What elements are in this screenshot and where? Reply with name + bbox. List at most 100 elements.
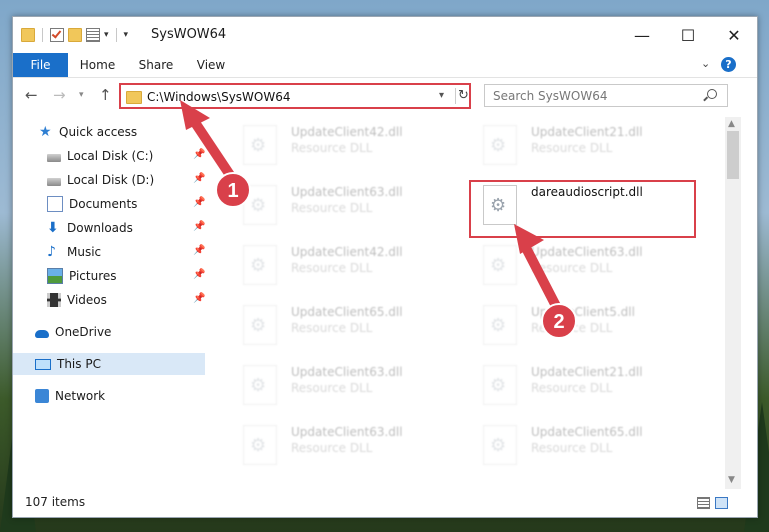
disk-icon [47,177,61,186]
toolbar-separator [42,28,43,42]
sidebar-item-this-pc[interactable]: This PC [13,353,205,375]
ribbon: File Home Share View ⌄ ? [13,53,757,78]
list-item[interactable]: UpdateClient5.dll Resource DLL [471,301,701,351]
status-bar: 107 items [13,491,757,517]
network-icon [35,389,49,403]
properties-icon[interactable] [86,28,100,42]
list-item[interactable]: UpdateClient63.dll Resource DLL [231,421,461,471]
search-box[interactable]: Search SysWOW64 [484,84,728,107]
customize-toolbar-icon[interactable]: ▾ [124,30,129,40]
downloads-icon: ⬇ [47,220,59,236]
disk-icon [47,153,61,162]
dll-file-icon [243,125,277,165]
file-name: UpdateClient63.dll [291,425,403,439]
properties-check-icon[interactable] [50,28,64,42]
large-icons-view-icon[interactable] [715,497,728,509]
sidebar-item-label: Downloads [67,221,133,235]
tab-file[interactable]: File [13,53,68,77]
scroll-up-icon[interactable]: ▲ [728,119,735,129]
search-input[interactable]: Search SysWOW64 [493,89,607,103]
file-type: Resource DLL [531,261,613,275]
pin-icon[interactable]: 📌 [193,173,205,184]
address-path[interactable]: C:\Windows\SysWOW64 [147,90,291,104]
list-item[interactable]: UpdateClient21.dll Resource DLL [471,121,701,171]
list-item[interactable]: UpdateClient65.dll Resource DLL [471,421,701,471]
pin-icon[interactable]: 📌 [193,245,205,256]
refresh-icon[interactable]: ↻ [455,88,472,104]
sidebar-item-local-disk-d[interactable]: Local Disk (D:) [47,169,154,191]
sidebar-item-label: Music [67,245,102,259]
sidebar-item-network[interactable]: Network [35,385,105,407]
file-name: UpdateClient63.dll [291,365,403,379]
dll-file-icon [483,245,517,285]
list-item[interactable]: UpdateClient21.dll Resource DLL [471,361,701,411]
sidebar-item-music[interactable]: ♪ Music [47,241,101,263]
file-type: Resource DLL [531,321,613,335]
sidebar-item-label: OneDrive [55,325,112,339]
back-button[interactable]: ← [25,86,38,104]
sidebar-item-videos[interactable]: Videos [47,289,107,311]
star-icon: ★ [39,124,52,140]
address-dropdown-icon[interactable]: ▾ [439,90,444,101]
sidebar-item-label: This PC [57,357,101,371]
dll-file-icon [483,125,517,165]
help-icon[interactable]: ? [721,57,736,72]
address-bar[interactable]: C:\Windows\SysWOW64 ▾ ↻ [119,83,471,109]
list-item[interactable]: UpdateClient65.dll Resource DLL [231,301,461,351]
dll-file-icon [483,425,517,465]
chevron-down-icon[interactable]: ▾ [104,30,109,40]
list-item[interactable]: UpdateClient42.dll Resource DLL [231,241,461,291]
folder-icon [126,91,142,104]
pin-icon[interactable]: 📌 [193,293,205,304]
pin-icon[interactable]: 📌 [193,269,205,280]
list-item[interactable]: UpdateClient63.dll Resource DLL [231,181,461,231]
file-name: UpdateClient65.dll [291,305,403,319]
sidebar-item-quick-access[interactable]: ★ Quick access [39,121,137,143]
sidebar-item-label: Quick access [59,125,138,139]
recent-locations-icon[interactable]: ▾ [79,90,84,100]
file-list: UpdateClient42.dll Resource DLL UpdateCl… [221,117,721,477]
tab-share[interactable]: Share [135,53,177,77]
pin-icon[interactable]: 📌 [193,149,205,160]
scrollbar-thumb[interactable] [727,131,739,179]
list-item[interactable]: UpdateClient63.dll Resource DLL [471,241,701,291]
sidebar-item-documents[interactable]: Documents [47,193,137,215]
vertical-scrollbar[interactable]: ▲ ▼ [725,117,741,489]
sidebar-item-downloads[interactable]: ⬇ Downloads [47,217,133,239]
navigation-bar: ← → ▾ ↑ C:\Windows\SysWOW64 ▾ ↻ Search S… [13,78,757,114]
this-pc-icon [35,359,51,370]
title-bar: ▾ ▾ SysWOW64 — ☐ ✕ [13,17,757,53]
maximize-button[interactable]: ☐ [665,17,711,53]
file-name: UpdateClient63.dll [291,185,403,199]
sidebar-item-onedrive[interactable]: OneDrive [35,321,111,343]
onedrive-icon [35,329,49,338]
dll-file-icon [483,305,517,345]
minimize-button[interactable]: — [619,17,665,53]
search-icon[interactable] [707,89,717,99]
sidebar-item-label: Network [55,389,106,403]
forward-button[interactable]: → [53,86,66,104]
details-view-icon[interactable] [697,497,710,509]
tab-view[interactable]: View [193,53,229,77]
expand-ribbon-icon[interactable]: ⌄ [701,57,710,70]
tab-home[interactable]: Home [75,53,120,77]
sidebar-item-pictures[interactable]: Pictures [47,265,117,287]
list-item[interactable]: UpdateClient63.dll Resource DLL [231,361,461,411]
sidebar-item-label: Documents [69,197,138,211]
file-name: UpdateClient21.dll [531,125,643,139]
scroll-down-icon[interactable]: ▼ [728,475,735,485]
file-explorer-window: ▾ ▾ SysWOW64 — ☐ ✕ File Home Share View … [12,16,758,518]
pin-icon[interactable]: 📌 [193,221,205,232]
documents-icon [47,196,63,212]
file-type: Resource DLL [291,201,373,215]
file-type: Resource DLL [291,321,373,335]
sidebar-item-local-disk-c[interactable]: Local Disk (C:) [47,145,153,167]
file-type: Resource DLL [531,441,613,455]
list-item[interactable]: UpdateClient42.dll Resource DLL [231,121,461,171]
new-folder-icon[interactable] [68,28,82,42]
up-button[interactable]: ↑ [99,86,112,104]
pin-icon[interactable]: 📌 [193,197,205,208]
close-button[interactable]: ✕ [711,17,757,53]
window-title: SysWOW64 [151,27,227,42]
music-icon: ♪ [47,244,56,260]
